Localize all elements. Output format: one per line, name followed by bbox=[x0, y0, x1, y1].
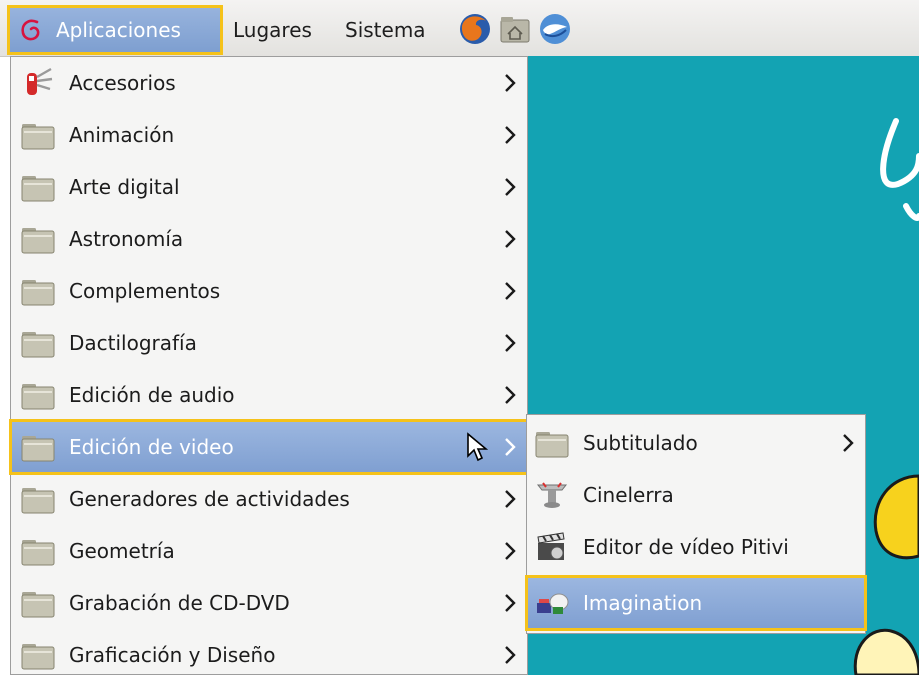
menu-item-label: Editor de vídeo Pitivi bbox=[583, 535, 789, 559]
folder-icon bbox=[21, 592, 55, 618]
folder-icon bbox=[21, 488, 55, 514]
menu-item-label: Graficación y Diseño bbox=[69, 643, 276, 667]
menu-item-label: Cinelerra bbox=[583, 483, 674, 507]
folder-icon bbox=[21, 540, 55, 566]
imagination-icon bbox=[537, 593, 569, 614]
chevron-right-icon bbox=[505, 594, 516, 612]
chevron-right-icon bbox=[505, 178, 516, 196]
menu-item-animacion[interactable]: Animación bbox=[11, 109, 527, 161]
chevron-right-icon bbox=[505, 386, 516, 404]
folder-icon bbox=[21, 436, 55, 462]
chevron-right-icon bbox=[505, 490, 516, 508]
menu-item-label: Edición de video bbox=[69, 435, 234, 459]
folder-icon bbox=[21, 332, 55, 358]
folder-icon bbox=[21, 228, 55, 254]
chevron-right-icon bbox=[505, 74, 516, 92]
chevron-right-icon bbox=[505, 438, 516, 456]
folder-icon bbox=[21, 644, 55, 670]
home-folder-icon[interactable] bbox=[498, 12, 532, 46]
menu-item-astronomia[interactable]: Astronomía bbox=[11, 213, 527, 265]
menu-item-label: Subtitulado bbox=[583, 431, 698, 455]
menu-item-label: Arte digital bbox=[69, 175, 180, 199]
folder-icon bbox=[21, 384, 55, 410]
submenu-item-pitivi[interactable]: Editor de vídeo Pitivi bbox=[527, 521, 865, 573]
pitivi-clapperboard-icon bbox=[537, 532, 565, 560]
video-editing-submenu: Subtitulado Cinelerra Editor de vídeo Pi… bbox=[525, 414, 867, 634]
menu-item-dactilografia[interactable]: Dactilografía bbox=[11, 317, 527, 369]
applications-menu[interactable]: Aplicaciones bbox=[7, 5, 223, 55]
folder-icon bbox=[21, 176, 55, 202]
places-menu[interactable]: Lugares bbox=[233, 8, 312, 52]
folder-icon bbox=[21, 124, 55, 150]
menu-item-label: Imagination bbox=[583, 591, 703, 615]
menu-item-label: Dactilografía bbox=[69, 331, 197, 355]
menu-item-label: Complementos bbox=[69, 279, 221, 303]
menu-item-label: Animación bbox=[69, 123, 175, 147]
menu-item-label: Geometría bbox=[69, 539, 175, 563]
menu-item-label: Generadores de actividades bbox=[69, 487, 350, 511]
menu-item-arte-digital[interactable]: Arte digital bbox=[11, 161, 527, 213]
menu-item-edicion-de-audio[interactable]: Edición de audio bbox=[11, 369, 527, 421]
submenu-item-imagination[interactable]: Imagination bbox=[525, 575, 867, 631]
chevron-right-icon bbox=[505, 230, 516, 248]
places-menu-label: Lugares bbox=[233, 18, 312, 42]
debian-swirl-icon bbox=[21, 19, 40, 41]
menu-item-graficacion-y-diseno[interactable]: Graficación y Diseño bbox=[11, 629, 527, 681]
firefox-icon[interactable] bbox=[458, 12, 492, 46]
applications-dropdown: Accesorios Animación Arte digital Astron… bbox=[9, 56, 529, 675]
top-panel: Aplicaciones Lugares Sistema bbox=[0, 0, 919, 57]
folder-icon bbox=[21, 280, 55, 306]
menu-item-grabacion-de-cd-dvd[interactable]: Grabación de CD-DVD bbox=[11, 577, 527, 629]
chevron-right-icon bbox=[505, 646, 516, 664]
menu-item-accesorios[interactable]: Accesorios bbox=[11, 57, 527, 109]
menu-item-edicion-de-video[interactable]: Edición de video bbox=[9, 419, 529, 475]
chevron-right-icon bbox=[505, 282, 516, 300]
chevron-right-icon bbox=[843, 434, 854, 452]
menu-item-label: Astronomía bbox=[69, 227, 184, 251]
menu-item-label: Edición de audio bbox=[69, 383, 235, 407]
submenu-item-cinelerra[interactable]: Cinelerra bbox=[527, 469, 865, 521]
submenu-item-subtitulado[interactable]: Subtitulado bbox=[527, 417, 865, 469]
menu-item-label: Accesorios bbox=[69, 71, 176, 95]
accessories-swiss-knife-icon bbox=[27, 67, 53, 95]
menu-item-label: Grabación de CD-DVD bbox=[69, 591, 290, 615]
menu-item-complementos[interactable]: Complementos bbox=[11, 265, 527, 317]
system-menu[interactable]: Sistema bbox=[345, 8, 426, 52]
system-menu-label: Sistema bbox=[345, 18, 426, 42]
applications-menu-label: Aplicaciones bbox=[56, 18, 181, 42]
chevron-right-icon bbox=[505, 334, 516, 352]
menu-item-generadores-de-actividades[interactable]: Generadores de actividades bbox=[11, 473, 527, 525]
mouse-pointer-icon bbox=[467, 432, 488, 462]
folder-icon bbox=[535, 432, 569, 458]
cinelerra-icon bbox=[536, 482, 568, 508]
chevron-right-icon bbox=[505, 542, 516, 560]
chevron-right-icon bbox=[505, 126, 516, 144]
menu-item-geometria[interactable]: Geometría bbox=[11, 525, 527, 577]
thunderbird-icon[interactable] bbox=[538, 12, 572, 46]
